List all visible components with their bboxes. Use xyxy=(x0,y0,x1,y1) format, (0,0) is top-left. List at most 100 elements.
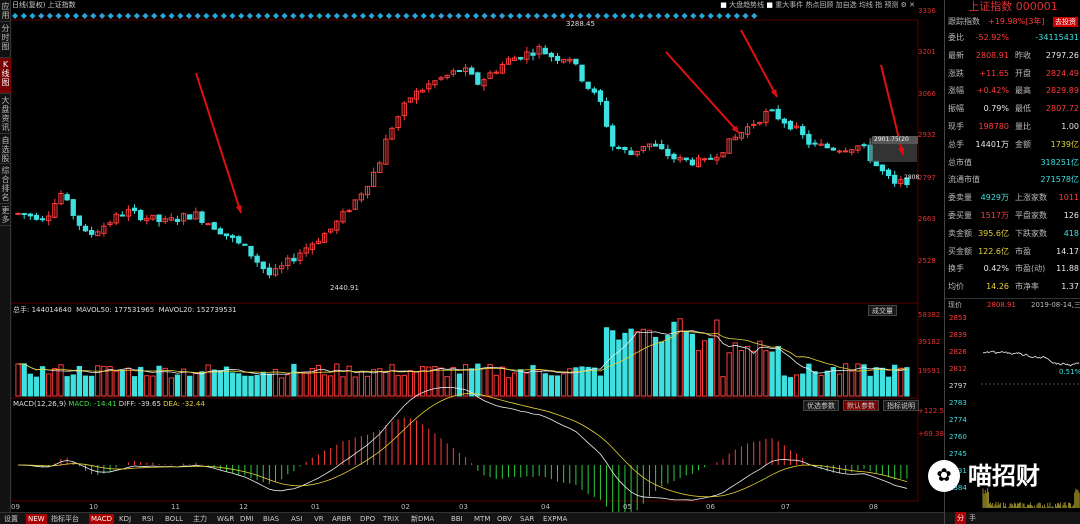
quote-row: 最新 2808.91 昨收 2797.26 xyxy=(945,48,1080,64)
indicator-help-button[interactable]: 指标说明 xyxy=(883,400,919,411)
candle-body xyxy=(554,55,561,61)
candle-body xyxy=(530,52,536,56)
quote-row: 总手 14401万 金额 1739亿 xyxy=(945,137,1080,153)
candle-body xyxy=(88,229,95,235)
candle-body xyxy=(622,146,628,151)
volume-bar xyxy=(591,367,597,397)
volume-bar xyxy=(714,319,720,397)
x-tick: 02 xyxy=(401,503,410,511)
volume-bar xyxy=(898,367,904,397)
indicator-tab-4[interactable]: KDJ xyxy=(117,514,133,524)
quote-label2: 量比 xyxy=(1015,122,1031,131)
default-params-button[interactable]: 默认参数 xyxy=(843,400,879,411)
indicator-tab-18[interactable]: MTM xyxy=(472,514,492,524)
indicator-tab-8[interactable]: W&R xyxy=(215,514,236,524)
quote-row: 买金额 122.6亿 市盈 14.17 xyxy=(945,244,1080,260)
volume-bar xyxy=(640,328,646,397)
candle-body xyxy=(751,123,757,126)
tab-more[interactable]: 更多 xyxy=(0,204,11,226)
track-value: +19.98%[3年] xyxy=(988,17,1045,26)
volume-button[interactable]: 成交量 xyxy=(868,305,897,316)
volume-bar xyxy=(88,375,95,397)
indicator-tab-6[interactable]: BOLL xyxy=(163,514,185,524)
indicator-tab-2[interactable]: 指标平台 xyxy=(49,514,81,524)
volume-bar xyxy=(64,376,70,397)
indicator-tab-5[interactable]: RSI xyxy=(140,514,155,524)
quote-label: 最新 xyxy=(948,50,964,60)
candle-body xyxy=(64,194,70,201)
volume-bar xyxy=(279,377,285,397)
indicator-tab-14[interactable]: DPO xyxy=(358,514,377,524)
candle-body xyxy=(475,72,481,85)
x-tick: 10 xyxy=(89,503,98,511)
quote-label: 涨幅 xyxy=(948,86,964,96)
volume-bar xyxy=(254,374,260,397)
indicator-tab-15[interactable]: TRIX xyxy=(381,514,401,524)
indicator-tab-7[interactable]: 主力 xyxy=(191,514,209,524)
x-axis: 09 10 11 12 01 02 03 04 05 06 07 08 xyxy=(11,503,918,512)
indicator-tab-20[interactable]: SAR xyxy=(518,514,536,524)
indicator-tab-16[interactable]: 新DMA xyxy=(409,514,436,524)
indicator-tab-13[interactable]: ARBR xyxy=(330,514,353,524)
tab-timeshare[interactable]: 分时图 xyxy=(0,22,11,58)
indicator-tab-3[interactable]: MACD xyxy=(89,514,114,524)
volume-bar xyxy=(407,370,414,397)
arrow-head xyxy=(235,205,242,213)
indicator-tab-11[interactable]: ASI xyxy=(289,514,304,524)
volume-bar xyxy=(377,368,383,397)
vol-y-tick: 39182 xyxy=(918,338,941,346)
volume-bar xyxy=(285,374,291,397)
indicator-tab-12[interactable]: VR xyxy=(312,514,326,524)
volume-bar xyxy=(867,375,873,397)
candle-body xyxy=(769,109,775,112)
indicator-tab-10[interactable]: BIAS xyxy=(261,514,281,524)
candle-body xyxy=(812,142,818,145)
volume-bar xyxy=(340,376,346,397)
candle-body xyxy=(873,160,879,167)
candle-body xyxy=(689,159,696,166)
volume-bar xyxy=(456,373,463,397)
candle-body xyxy=(800,126,806,136)
volume-bar xyxy=(413,371,420,397)
tab-minute[interactable]: 分 xyxy=(955,512,966,524)
volume-bar xyxy=(162,367,168,397)
track-row: 跟踪指数 +19.98%[3年] 去投资 xyxy=(945,14,1080,30)
indicator-tab-1[interactable]: NEW xyxy=(26,514,47,524)
invest-button[interactable]: 去投资 xyxy=(1053,17,1078,27)
quote-value2: 11.88 xyxy=(1056,264,1079,274)
quote-value2: -34115431 xyxy=(1035,33,1079,42)
volume-bar xyxy=(150,375,156,397)
tab-market-news[interactable]: 大盘资讯 xyxy=(0,94,11,134)
tab-kline[interactable]: K线图 xyxy=(0,58,11,94)
candle-body xyxy=(628,150,634,155)
candle-body xyxy=(579,64,585,82)
indicator-tab-19[interactable]: OBV xyxy=(495,514,514,524)
tab-apps[interactable]: 应用 xyxy=(0,0,11,22)
kline-frame xyxy=(11,19,919,304)
quote-value2: 2807.72 xyxy=(1045,104,1079,114)
indicator-tab-21[interactable]: EXPMA xyxy=(541,514,569,524)
candle-body xyxy=(806,133,812,145)
indicator-tab-17[interactable]: BBI xyxy=(449,514,465,524)
tab-watchlist[interactable]: 自选股 xyxy=(0,134,11,164)
tab-ranking[interactable]: 综合排名 xyxy=(0,164,11,204)
candle-body xyxy=(70,199,76,216)
quote-value2: 418 xyxy=(1063,228,1079,238)
indicator-tab-9[interactable]: DMI xyxy=(238,514,256,524)
volume-bar xyxy=(536,369,542,397)
volume-bar xyxy=(708,338,714,397)
candle-body xyxy=(260,261,266,270)
x-tick: 09 xyxy=(11,503,20,511)
volume-bar xyxy=(272,368,279,397)
candle-body xyxy=(248,245,254,257)
optimize-params-button[interactable]: 优选参数 xyxy=(803,400,839,411)
watermark-text: 喵招财 xyxy=(968,462,1040,490)
quote-row: 委买量 1517万 平盘家数 126 xyxy=(945,208,1080,224)
tab-hand[interactable]: 手 xyxy=(969,512,976,524)
quote-value2: 2797.26 xyxy=(1045,50,1079,60)
volume-bar xyxy=(726,352,732,397)
volume-bar xyxy=(511,372,518,397)
indicator-tab-0[interactable]: 设置 xyxy=(2,514,20,524)
quote-label: 均价 xyxy=(948,282,964,292)
candle-body xyxy=(879,164,886,172)
